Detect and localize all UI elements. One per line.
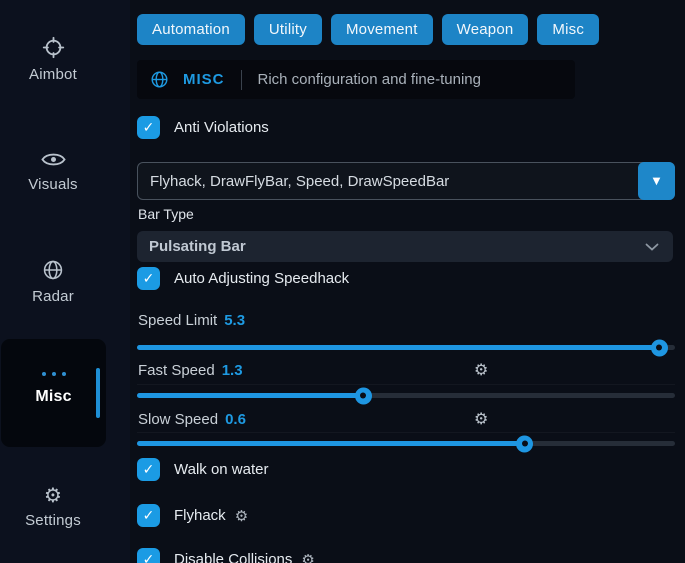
sidebar-item-radar[interactable]: Radar bbox=[0, 259, 106, 305]
checkbox-row-flyhack[interactable]: ✓ Flyhack ⚙ bbox=[137, 504, 248, 527]
gear-icon[interactable]: ⚙ bbox=[474, 411, 488, 427]
tab-utility[interactable]: Utility bbox=[254, 14, 322, 45]
triangle-down-icon: ▼ bbox=[653, 176, 661, 187]
select-value: Pulsating Bar bbox=[149, 238, 246, 255]
checkbox-label: Anti Violations bbox=[174, 119, 269, 136]
crosshair-icon bbox=[0, 36, 106, 59]
category-tabs: Automation Utility Movement Weapon Misc bbox=[137, 14, 599, 45]
multiselect-dropdown-button[interactable]: ▼ bbox=[638, 162, 675, 200]
multiselect-value: Flyhack, DrawFlyBar, Speed, DrawSpeedBar bbox=[150, 173, 449, 190]
slider-value: 0.6 bbox=[225, 411, 246, 428]
sidebar-item-aimbot[interactable]: Aimbot bbox=[0, 36, 106, 83]
slider-handle[interactable] bbox=[516, 435, 533, 452]
speed-limit-slider[interactable] bbox=[137, 345, 675, 350]
globe-icon bbox=[0, 259, 106, 281]
slow-speed-slider[interactable] bbox=[137, 441, 675, 446]
slider-value: 5.3 bbox=[224, 312, 245, 329]
sidebar-item-misc[interactable]: Misc bbox=[1, 339, 106, 447]
gear-icon[interactable]: ⚙ bbox=[474, 362, 488, 378]
checkbox-label: Flyhack bbox=[174, 507, 226, 524]
gear-icon[interactable]: ⚙ bbox=[301, 551, 314, 563]
checkbox-row-walk-on-water[interactable]: ✓ Walk on water bbox=[137, 458, 268, 481]
sidebar-item-label: Visuals bbox=[0, 176, 106, 193]
checkbox-label: Walk on water bbox=[174, 461, 268, 478]
sidebar-item-visuals[interactable]: Visuals bbox=[0, 150, 106, 193]
bar-multiselect[interactable]: Flyhack, DrawFlyBar, Speed, DrawSpeedBar… bbox=[137, 162, 675, 200]
checkbox-label: Disable Collisions bbox=[174, 551, 292, 563]
chevron-down-icon bbox=[645, 243, 659, 251]
tab-weapon[interactable]: Weapon bbox=[442, 14, 529, 45]
checkbox-row-disable-collisions[interactable]: ✓ Disable Collisions ⚙ bbox=[137, 548, 315, 563]
slider-label: Speed Limit bbox=[138, 312, 217, 329]
checkbox-checked-icon[interactable]: ✓ bbox=[137, 116, 160, 139]
slider-label: Fast Speed bbox=[138, 362, 215, 379]
slider-fill bbox=[137, 393, 363, 398]
tab-automation[interactable]: Automation bbox=[137, 14, 245, 45]
tab-movement[interactable]: Movement bbox=[331, 14, 433, 45]
sidebar-item-label: Settings bbox=[0, 512, 106, 529]
slider-label-row: Fast Speed 1.3 bbox=[138, 362, 243, 379]
slider-fill bbox=[137, 345, 659, 350]
content-panel: Automation Utility Movement Weapon Misc … bbox=[137, 0, 675, 563]
section-banner: MISC Rich configuration and fine-tuning bbox=[137, 60, 575, 99]
sidebar-item-label: Radar bbox=[0, 288, 106, 305]
bar-type-label: Bar Type bbox=[138, 206, 194, 222]
slider-label: Slow Speed bbox=[138, 411, 218, 428]
ellipsis-icon bbox=[1, 339, 106, 376]
bar-type-select[interactable]: Pulsating Bar bbox=[137, 231, 673, 262]
gear-icon[interactable]: ⚙ bbox=[235, 507, 248, 525]
cheat-menu-window: Aimbot Visuals Radar Mi bbox=[0, 0, 685, 563]
sidebar-item-settings[interactable]: ⚙ Settings bbox=[0, 485, 106, 529]
slider-handle[interactable] bbox=[651, 339, 668, 356]
tab-misc[interactable]: Misc bbox=[537, 14, 599, 45]
checkbox-label: Auto Adjusting Speedhack bbox=[174, 270, 349, 287]
active-indicator-bar bbox=[96, 368, 100, 418]
checkbox-checked-icon[interactable]: ✓ bbox=[137, 504, 160, 527]
checkbox-row-auto-adjusting[interactable]: ✓ Auto Adjusting Speedhack bbox=[137, 267, 349, 290]
globe-icon bbox=[150, 70, 169, 89]
divider bbox=[137, 384, 675, 385]
checkbox-checked-icon[interactable]: ✓ bbox=[137, 548, 160, 563]
slider-value: 1.3 bbox=[222, 362, 243, 379]
divider bbox=[137, 432, 675, 433]
section-subtitle: Rich configuration and fine-tuning bbox=[258, 71, 481, 88]
slider-fill bbox=[137, 441, 524, 446]
checkbox-row-anti-violations[interactable]: ✓ Anti Violations bbox=[137, 116, 269, 139]
sidebar-item-label: Misc bbox=[1, 388, 106, 406]
checkbox-checked-icon[interactable]: ✓ bbox=[137, 267, 160, 290]
divider bbox=[241, 70, 242, 90]
section-title: MISC bbox=[183, 71, 225, 88]
slider-label-row: Speed Limit 5.3 bbox=[138, 312, 245, 329]
slider-handle[interactable] bbox=[355, 387, 372, 404]
sidebar-item-label: Aimbot bbox=[0, 66, 106, 83]
fast-speed-slider[interactable] bbox=[137, 393, 675, 398]
checkbox-checked-icon[interactable]: ✓ bbox=[137, 458, 160, 481]
eye-icon bbox=[0, 150, 106, 169]
slider-label-row: Slow Speed 0.6 bbox=[138, 411, 246, 428]
gear-icon: ⚙ bbox=[0, 485, 106, 505]
sidebar: Aimbot Visuals Radar Mi bbox=[0, 0, 130, 563]
